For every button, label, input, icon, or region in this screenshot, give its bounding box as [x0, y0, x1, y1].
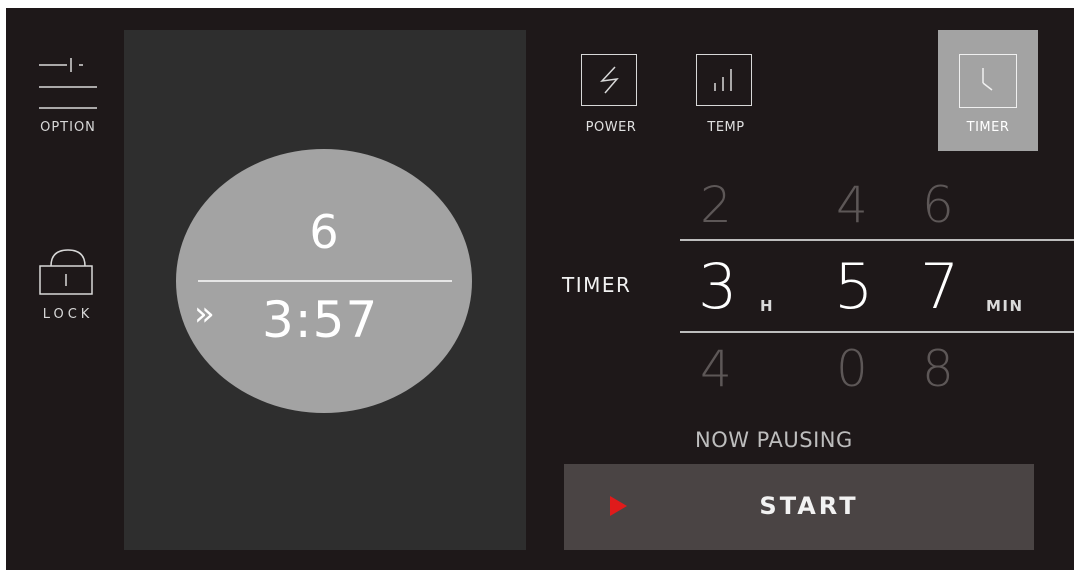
padlock-icon	[39, 249, 93, 295]
hours-above-digit[interactable]: 2	[700, 180, 732, 230]
hours-below-digit[interactable]: 4	[700, 344, 732, 394]
status-dial: 6 » 3:57	[176, 149, 472, 413]
slider-settings-icon	[39, 58, 97, 109]
power-label: POWER	[585, 120, 637, 135]
timer-mode-button[interactable]: TIMER	[938, 30, 1038, 151]
minutes-tens-above-digit[interactable]: 4	[836, 180, 868, 230]
minutes-tens-below-digit[interactable]: 0	[836, 344, 868, 394]
start-button[interactable]: START	[564, 464, 1034, 550]
minutes-ones-below-digit[interactable]: 8	[922, 344, 954, 394]
bar-levels-icon	[696, 54, 752, 106]
minutes-ones-above-digit[interactable]: 6	[922, 180, 954, 230]
hours-current-digit[interactable]: 3	[698, 256, 737, 318]
temp-mode-button[interactable]: TEMP	[690, 50, 762, 142]
start-label: START	[759, 492, 859, 520]
power-mode-button[interactable]: POWER	[572, 50, 650, 142]
hours-unit-label: H	[760, 297, 775, 315]
lock-label: LOCK	[42, 307, 94, 322]
lock-button[interactable]: LOCK	[28, 244, 108, 330]
lightning-bolt-icon	[581, 54, 637, 106]
timer-mode-label: TIMER	[966, 120, 1010, 135]
status-message: NOW PAUSING	[695, 428, 853, 452]
dial-top-value: 6	[309, 205, 339, 259]
picker-bottom-divider	[680, 331, 1074, 333]
picker-top-divider	[680, 239, 1074, 241]
minutes-unit-label: MIN	[986, 297, 1024, 315]
option-button[interactable]: OPTION	[28, 50, 108, 142]
minutes-tens-current-digit[interactable]: 5	[834, 256, 873, 318]
status-display: 6 » 3:57	[124, 30, 526, 550]
option-label: OPTION	[40, 120, 96, 135]
double-chevron-icon: »	[194, 294, 215, 334]
dial-time: 3:57	[262, 291, 379, 349]
temp-label: TEMP	[707, 120, 745, 135]
clock-icon	[959, 54, 1017, 108]
minutes-ones-current-digit[interactable]: 7	[920, 256, 959, 318]
dial-divider	[198, 280, 452, 282]
timer-picker-label: TIMER	[562, 273, 632, 297]
